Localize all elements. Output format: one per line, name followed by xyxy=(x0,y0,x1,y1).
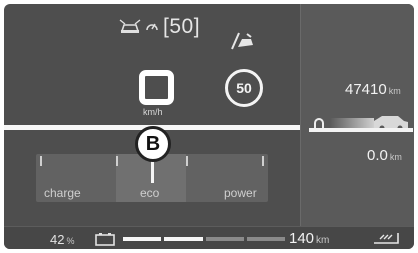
range-gauge-segment xyxy=(205,237,244,241)
range-gauge-segment xyxy=(123,237,162,241)
trip-unit: km xyxy=(389,152,402,162)
range-gauge-segment xyxy=(164,237,203,241)
battery-icon xyxy=(95,233,115,246)
power-meter-label-eco: eco xyxy=(140,186,160,200)
power-meter-tick xyxy=(262,156,264,166)
cruise-set-speed: [50] xyxy=(163,15,201,38)
cruise-control-icon xyxy=(146,23,158,31)
trip-value: 0.0 xyxy=(367,147,388,164)
instrument-cluster: [50] km/h 50 charge eco power B 47410km xyxy=(4,4,414,249)
battery-percent-value: 42 xyxy=(50,232,65,247)
power-meter-tick xyxy=(116,156,118,166)
adaptive-cruise-car-icon xyxy=(119,19,141,33)
battery-level: 42% xyxy=(50,232,74,247)
speed-limit-sign: 50 xyxy=(225,69,263,107)
power-meter-needle xyxy=(151,161,154,183)
battery-percent-unit: % xyxy=(66,236,75,246)
range-gauge xyxy=(123,237,285,241)
callout-marker-b: B xyxy=(135,126,171,162)
current-speed-indicator xyxy=(139,70,174,105)
trip-distance: 0.0 km xyxy=(367,147,402,164)
odometer-unit: km xyxy=(388,86,401,96)
cruise-status: [50] xyxy=(119,14,200,40)
lane-assist-icon xyxy=(231,32,253,50)
range-gauge-segment xyxy=(246,237,285,241)
power-meter-tick xyxy=(40,156,42,166)
range-value: 140 xyxy=(289,230,315,247)
range-unit: km xyxy=(316,235,330,246)
range-display: 140 km xyxy=(289,230,329,247)
odometer-value: 47410 xyxy=(345,81,387,98)
power-meter-tick xyxy=(186,156,188,166)
odometer: 47410 km xyxy=(345,81,401,98)
speed-unit: km/h xyxy=(143,107,163,117)
power-meter-label-power: power xyxy=(224,186,257,200)
status-bar: 42% 140 km xyxy=(4,226,414,249)
power-meter-label-charge: charge xyxy=(44,186,81,200)
ev-mode-icon xyxy=(374,233,399,244)
trip-divider xyxy=(309,128,413,132)
